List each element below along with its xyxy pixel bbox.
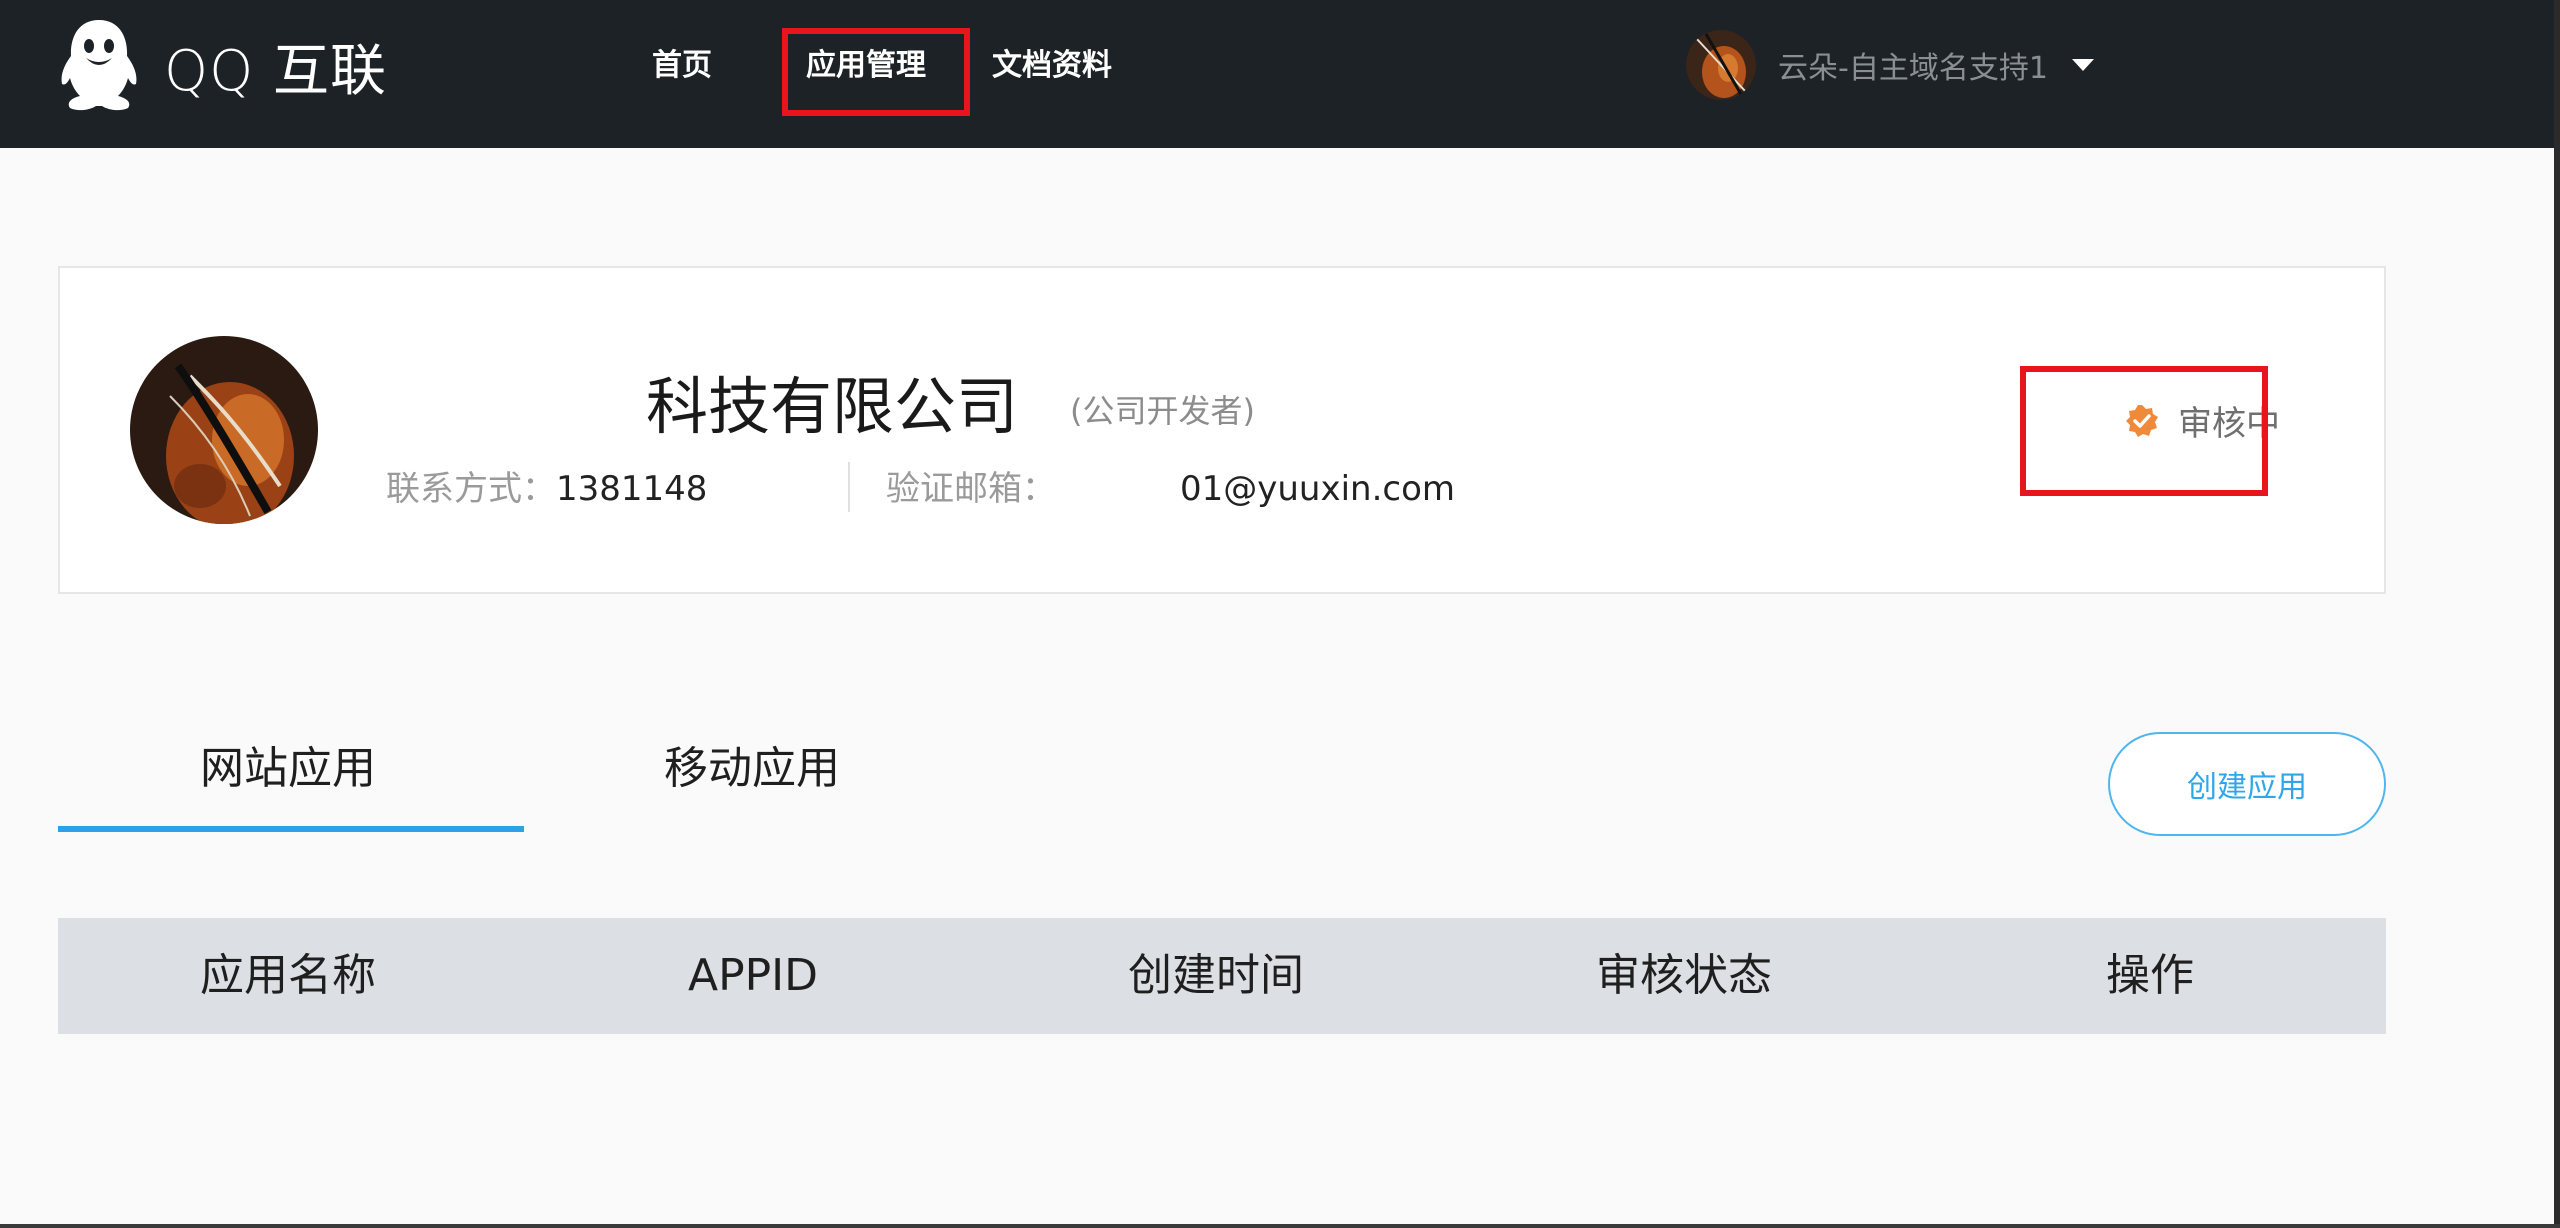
email-value: 01@yuuxin.com: [1180, 469, 1456, 509]
window-edge: [0, 1224, 2560, 1228]
email-label: 验证邮箱：: [886, 469, 1056, 509]
create-app-button[interactable]: 创建应用: [2108, 732, 2386, 836]
user-avatar[interactable]: [1686, 30, 1756, 100]
active-tab-indicator: [58, 826, 524, 832]
nav-home[interactable]: 首页: [652, 44, 712, 88]
qq-connect-logo[interactable]: QQ 互联: [56, 16, 387, 116]
column-header-created-time: 创建时间: [1128, 950, 1304, 1001]
column-header-appid: APPID: [688, 950, 819, 1001]
profile-avatar: [130, 336, 318, 524]
user-menu[interactable]: 云朵-自主域名支持1: [1686, 30, 2094, 100]
main-content: 科技有限公司 (公司开发者) 联系方式： 1381148 验证邮箱： 01@yu…: [0, 148, 2554, 1224]
window-edge: [2554, 0, 2560, 1228]
developer-type: (公司开发者): [1070, 392, 1255, 430]
annotation-highlight-box: [2020, 366, 2268, 496]
column-header-app-name: 应用名称: [200, 950, 376, 1001]
top-nav-bar: QQ 互联 首页 应用管理 文档资料 云朵-自主域名支持1: [0, 0, 2554, 148]
apps-table-header: 应用名称 APPID 创建时间 审核状态 操作: [58, 918, 2386, 1034]
violin-avatar-icon: [1686, 30, 1756, 100]
annotation-highlight-box: [782, 28, 970, 116]
violin-avatar-icon: [130, 336, 318, 524]
qq-penguin-icon: [61, 20, 137, 111]
tab-website-apps[interactable]: 网站应用: [200, 734, 376, 804]
divider: [848, 462, 850, 512]
column-header-review-status: 审核状态: [1596, 950, 1772, 1001]
user-name[interactable]: 云朵-自主域名支持1: [1778, 43, 2048, 87]
contact-value: 1381148: [556, 469, 708, 509]
company-name: 科技有限公司: [646, 370, 1019, 443]
contact-info: 联系方式： 1381148: [386, 464, 707, 514]
logo-text: QQ 互联: [164, 38, 387, 104]
contact-label: 联系方式：: [386, 469, 556, 509]
tab-mobile-apps[interactable]: 移动应用: [664, 734, 840, 804]
nav-documentation[interactable]: 文档资料: [992, 44, 1112, 88]
column-header-actions: 操作: [2106, 950, 2194, 1001]
chevron-down-icon[interactable]: [2071, 59, 2094, 71]
